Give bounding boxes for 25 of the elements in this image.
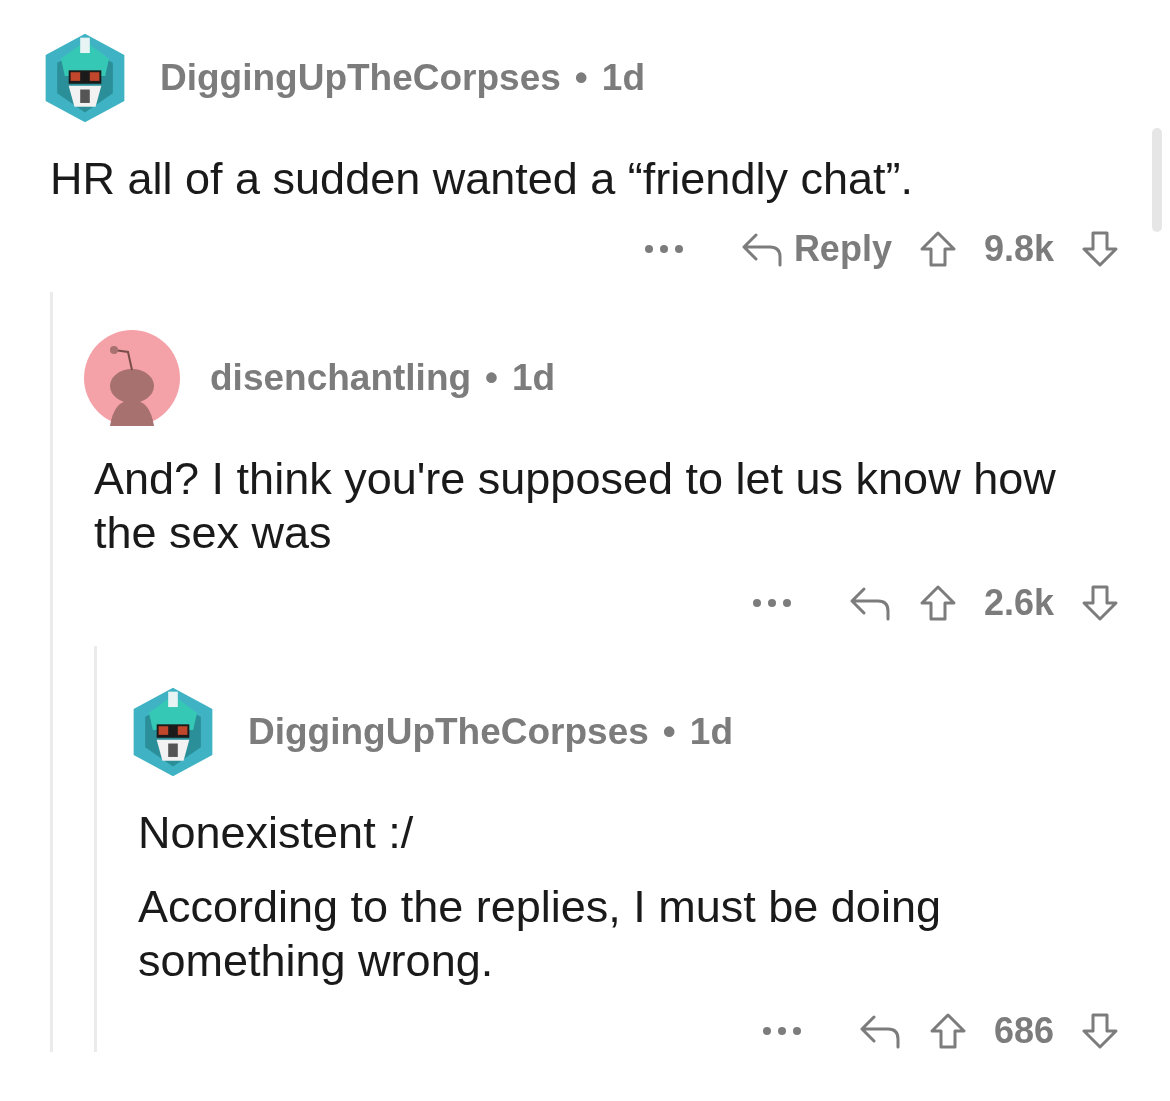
username[interactable]: DiggingUpTheCorpses bbox=[248, 711, 649, 753]
comment-text: HR all of a sudden wanted a “friendly chat”. bbox=[50, 152, 914, 206]
comment-text: According to the replies, I must be doing something wrong. bbox=[138, 880, 942, 988]
username[interactable]: DiggingUpTheCorpses bbox=[160, 57, 561, 99]
username[interactable]: disenchantling bbox=[210, 357, 472, 399]
more-options-icon[interactable] bbox=[643, 244, 684, 254]
comment-text: And? I think you're supposed to let us know how the sex was bbox=[94, 452, 1057, 560]
reply-button[interactable]: Reply bbox=[739, 228, 892, 270]
scrollbar[interactable] bbox=[1152, 128, 1162, 232]
comment-age: 1d bbox=[601, 57, 645, 99]
comment-age: 1d bbox=[689, 711, 733, 753]
vote-score: 9.8k bbox=[983, 228, 1054, 270]
comment-text: Nonexistent :/ bbox=[138, 806, 415, 860]
downvote-icon[interactable] bbox=[1080, 229, 1120, 269]
separator-dot: • bbox=[662, 711, 676, 753]
more-options-icon[interactable] bbox=[751, 598, 792, 608]
avatar-icon bbox=[84, 330, 180, 426]
vote-score: 686 bbox=[993, 1010, 1054, 1052]
downvote-icon[interactable] bbox=[1080, 1011, 1120, 1051]
separator-dot: • bbox=[485, 357, 499, 399]
separator-dot: • bbox=[574, 57, 588, 99]
more-options-icon[interactable] bbox=[761, 1026, 802, 1036]
downvote-icon[interactable] bbox=[1080, 583, 1120, 623]
comment-age: 1d bbox=[512, 357, 556, 399]
vote-score: 2.6k bbox=[983, 582, 1054, 624]
